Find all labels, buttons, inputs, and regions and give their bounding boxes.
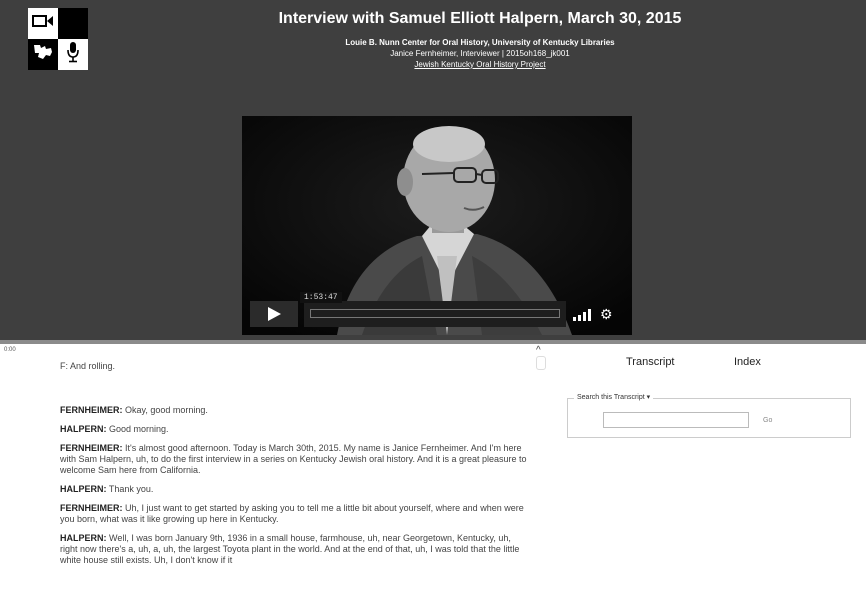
play-icon [268,307,281,321]
transcript-paragraph: FERNHEIMER: It's almost good afternoon. … [60,443,530,476]
seek-time-tooltip: 1:53:47 [300,292,342,303]
chevron-up-icon[interactable]: ^ [536,345,541,356]
transcript-paragraph: HALPERN: Good morning. [60,424,530,435]
kentucky-state-icon [32,43,54,66]
speaker-name: HALPERN: [60,533,107,543]
video-controls: 1:53:47 ⚙ [250,292,624,327]
logo-cell [58,8,88,39]
speaker-name: HALPERN: [60,484,107,494]
transcript-first-line: F: And rolling. [60,361,116,371]
institution-line: Louie B. Nunn Center for Oral History, U… [345,38,615,47]
utterance-text: Well, I was born January 9th, 1936 in a … [60,533,520,565]
search-transcript-dropdown[interactable]: Search this Transcript ▾ [574,393,654,401]
interviewer-line: Janice Fernheimer, Interviewer | 2015oh1… [390,49,570,58]
tab-transcript[interactable]: Transcript [626,356,675,368]
speaker-name: FERNHEIMER: [60,503,123,513]
utterance-text: Okay, good morning. [122,405,208,415]
segment-start-time: 0:00 [4,347,16,353]
microphone-icon [66,41,80,68]
seek-bar[interactable] [304,301,566,327]
transcript-body: FERNHEIMER: Okay, good morning. HALPERN:… [60,405,530,574]
seek-track [310,309,560,318]
utterance-text: Good morning. [106,424,169,434]
project-link[interactable]: Jewish Kentucky Oral History Project [180,60,780,69]
nunn-center-logo[interactable] [28,8,88,70]
video-player[interactable]: 1:53:47 ⚙ [242,116,632,335]
search-input[interactable] [603,412,749,428]
logo-cell [28,39,58,70]
utterance-text: Uh, I just want to get started by asking… [60,503,524,524]
video-camera-icon [32,14,54,33]
go-button[interactable]: Go [763,417,772,424]
logo-cell [28,8,58,39]
scroll-indicator[interactable] [536,356,546,370]
transcript-paragraph: FERNHEIMER: Okay, good morning. [60,405,530,416]
transcript-paragraph: HALPERN: Well, I was born January 9th, 1… [60,533,530,566]
transcript-paragraph: HALPERN: Thank you. [60,484,530,495]
viewer-header: Interview with Samuel Elliott Halpern, M… [0,0,866,340]
speaker-name: HALPERN: [60,424,107,434]
tab-index[interactable]: Index [734,356,761,368]
speaker-name: FERNHEIMER: [60,443,123,453]
interview-timeline-bar[interactable] [0,340,866,344]
speaker-name: FERNHEIMER: [60,405,123,415]
play-button[interactable] [250,301,298,327]
volume-bars-icon[interactable] [573,308,591,326]
utterance-text: It's almost good afternoon. Today is Mar… [60,443,527,475]
transcript-paragraph: FERNHEIMER: Uh, I just want to get start… [60,503,530,525]
gear-icon[interactable]: ⚙ [600,306,613,323]
utterance-text: Thank you. [106,484,154,494]
logo-cell [58,39,88,70]
interview-title: Interview with Samuel Elliott Halpern, M… [278,10,682,27]
